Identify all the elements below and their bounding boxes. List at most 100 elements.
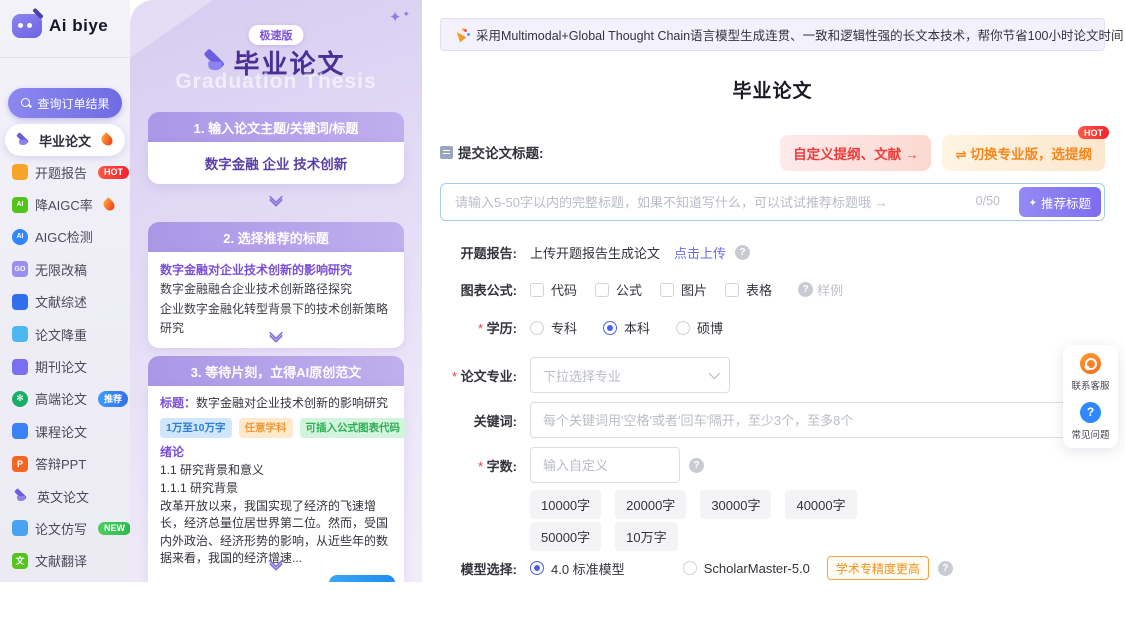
chip-20000[interactable]: 20000字: [615, 490, 686, 519]
major-row: 论文专业: 下拉选择专业: [422, 357, 1125, 393]
sidebar-item-aigc-detect[interactable]: AI AIGC检测: [0, 221, 130, 253]
sidebar-item-course-paper[interactable]: 课程论文: [0, 415, 130, 447]
sidebar-item-graduation-thesis[interactable]: 毕业论文: [5, 124, 125, 156]
sample-link[interactable]: 样例: [798, 280, 843, 299]
divider: [0, 57, 130, 58]
help-icon[interactable]: [735, 245, 750, 260]
journal-icon: [12, 359, 28, 375]
search-icon: [20, 97, 32, 109]
aigc-reduce-icon: AI: [12, 197, 28, 213]
hot-badge: HOT: [98, 166, 129, 179]
sidebar-item-label: 降AIGC率: [35, 195, 93, 214]
checkbox-code[interactable]: 代码: [530, 280, 577, 299]
radio-selected-icon[interactable]: [530, 561, 544, 575]
sidebar-item-label: 高端论文: [35, 389, 87, 408]
sidebar-item-paper-imitate[interactable]: 论文仿写 NEW: [0, 512, 130, 544]
sidebar-item-reduce-aigc[interactable]: AI 降AIGC率: [0, 188, 130, 220]
checkbox-icon[interactable]: [660, 283, 674, 297]
sidebar-item-premium-paper[interactable]: ✻ 高端论文 推荐: [0, 383, 130, 415]
sidebar-item-literature-review[interactable]: 文献综述: [0, 286, 130, 318]
step-3: 3. 等待片刻，立得AI原创范文 标题：数字金融对企业技术创新的影响研究 1万至…: [148, 356, 404, 582]
checkbox-formula[interactable]: 公式: [595, 280, 642, 299]
sidebar-item-english-paper[interactable]: 英文论文: [0, 480, 130, 512]
title-input[interactable]: [440, 183, 1105, 221]
help-icon[interactable]: [938, 561, 953, 576]
version-badge: 极速版: [249, 25, 304, 45]
sidebar-item-label: 开题报告: [35, 163, 87, 182]
step-1: 1. 输入论文主题/关键词/标题 数字金融 企业 技术创新: [148, 112, 404, 184]
feature-tags: 1万至10万字 任意学科 可插入公式图表代码: [160, 418, 392, 438]
radio-model-scholarmaster[interactable]: ScholarMaster-5.0: [683, 561, 810, 576]
checkbox-image[interactable]: 图片: [660, 280, 707, 299]
sidebar-item-defense-ppt[interactable]: P 答辩PPT: [0, 448, 130, 480]
upload-link[interactable]: 点击上传: [674, 243, 726, 262]
custom-outline-button[interactable]: 自定义提纲、文献 →: [780, 135, 931, 171]
sample-link-label: 样例: [817, 280, 843, 299]
download-sample-button[interactable]: 下载样例: [329, 575, 395, 582]
sidebar-item-label: 期刊论文: [35, 357, 87, 376]
recommended-title-option[interactable]: 数字金融融合企业技术创新路径探究: [160, 280, 392, 299]
step-3-footer: 附查重报告，重复率<20% 下载样例: [160, 575, 392, 582]
faq-button[interactable]: 常见问题: [1071, 402, 1109, 441]
radio-label: 专科: [551, 318, 577, 337]
radio-associate[interactable]: 专科: [530, 318, 577, 337]
order-query-button[interactable]: 查询订单结果: [8, 88, 122, 118]
sidebar-item-dedupe[interactable]: 论文降重: [0, 318, 130, 350]
contact-support-button[interactable]: 联系客服: [1071, 353, 1109, 392]
sidebar-item-journal-paper[interactable]: 期刊论文: [0, 350, 130, 382]
wordcount-label: 字数:: [422, 456, 517, 475]
checkbox-icon[interactable]: [530, 283, 544, 297]
new-badge: NEW: [98, 522, 130, 535]
fire-icon: [101, 197, 117, 213]
major-select[interactable]: 下拉选择专业: [530, 357, 730, 393]
chip-30000[interactable]: 30000字: [700, 490, 771, 519]
step-2-header: 2. 选择推荐的标题: [148, 222, 404, 252]
chip-50000[interactable]: 50000字: [530, 522, 601, 551]
literature-review-icon: [12, 294, 28, 310]
premium-icon: ✻: [12, 391, 28, 407]
chip-100k[interactable]: 10万字: [615, 522, 677, 551]
switch-pro-button[interactable]: ⇌ 切换专业版，选提纲 HOT: [942, 135, 1105, 171]
sidebar-item-clipped[interactable]: [0, 577, 130, 582]
radio-selected-icon[interactable]: [603, 321, 617, 335]
step-1-header: 1. 输入论文主题/关键词/标题: [148, 112, 404, 142]
sidebar-item-unlimited-revision[interactable]: GO 无限改稿: [0, 253, 130, 285]
radio-model-standard[interactable]: 4.0 标准模型: [530, 559, 625, 578]
checkbox-table[interactable]: 表格: [725, 280, 772, 299]
chip-40000[interactable]: 40000字: [785, 490, 856, 519]
step-3-card: 标题：数字金融对企业技术创新的影响研究 1万至10万字 任意学科 可插入公式图表…: [148, 386, 404, 582]
submit-title-text: 提交论文标题:: [458, 142, 544, 162]
wordcount-chips-row-1: 10000字 20000字 30000字 40000字: [422, 490, 1125, 519]
logo-text: Ai biye: [49, 16, 108, 36]
recommend-title-button[interactable]: 推荐标题: [1019, 187, 1101, 217]
chip-10000[interactable]: 10000字: [530, 490, 601, 519]
wordcount-input[interactable]: [530, 447, 680, 483]
checkbox-label: 公式: [616, 280, 642, 299]
main-area: 采用Multimodal+Global Thought Chain语言模型生成连…: [422, 0, 1125, 634]
sidebar-item-proposal-report[interactable]: 开题报告 HOT: [0, 156, 130, 188]
checkbox-icon[interactable]: [725, 283, 739, 297]
sample-title-label: 标题：: [160, 396, 196, 410]
sidebar-item-literature-translate[interactable]: 文 文献翻译: [0, 545, 130, 577]
imitate-icon: [12, 520, 28, 536]
keywords-input[interactable]: [530, 402, 1106, 438]
radio-bachelor[interactable]: 本科: [603, 318, 650, 337]
graduation-cap-icon: [14, 134, 32, 147]
radio-icon[interactable]: [683, 561, 697, 575]
report-note: 附查重报告，重复率<20%: [183, 580, 322, 582]
aigc-detect-icon: AI: [12, 229, 28, 245]
party-popper-icon: [454, 28, 468, 42]
sidebar-item-label: 论文降重: [35, 325, 87, 344]
recommend-title-label: 推荐标题: [1041, 193, 1091, 212]
radio-icon[interactable]: [676, 321, 690, 335]
chevron-down-icon: [271, 556, 281, 569]
checkbox-label: 代码: [551, 280, 577, 299]
radio-master-phd[interactable]: 硕博: [676, 318, 723, 337]
recommended-title-selected[interactable]: 数字金融对企业技术创新的影响研究: [160, 261, 392, 280]
radio-icon[interactable]: [530, 321, 544, 335]
page-title: 毕业论文: [440, 76, 1105, 103]
help-icon[interactable]: [689, 458, 704, 473]
wordcount-chips: 10000字 20000字 30000字 40000字: [530, 490, 857, 519]
checkbox-icon[interactable]: [595, 283, 609, 297]
chat-icon: [1080, 353, 1101, 374]
